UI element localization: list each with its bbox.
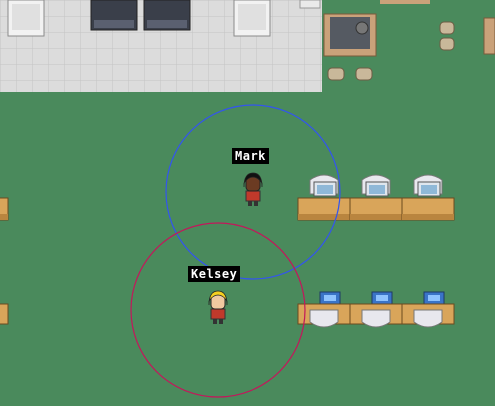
player-avatar-kelsey[interactable] [208,290,228,324]
player-avatar-mark[interactable] [243,172,263,206]
stool [439,37,455,51]
map-canvas[interactable] [0,0,495,402]
stool [439,21,455,35]
player-nametag-kelsey: Kelsey [188,266,241,282]
shelf [380,0,430,4]
stool [327,67,345,81]
player-nametag-mark: Mark [232,148,269,164]
game-map[interactable]: Mark Kelsey [0,0,495,402]
counter [483,17,495,55]
stool [355,67,373,81]
vending-machine [323,13,377,57]
